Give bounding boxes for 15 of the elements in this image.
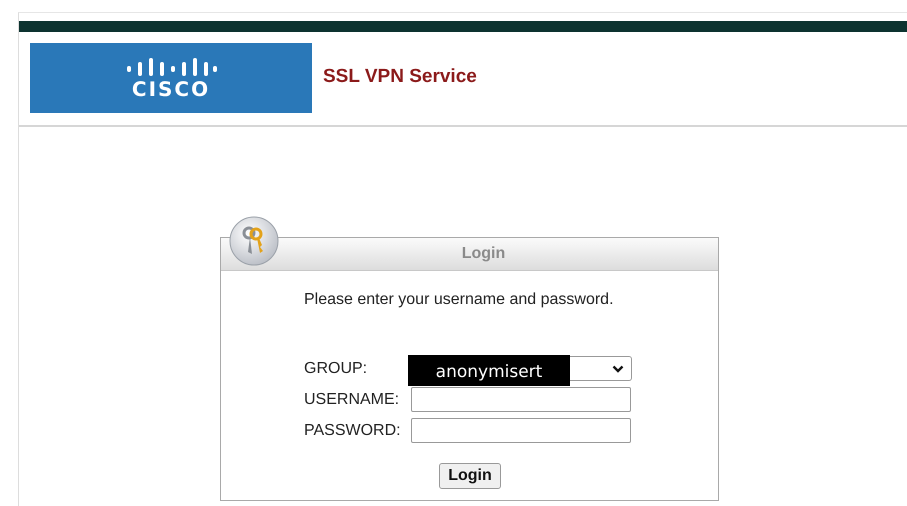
field-label: USERNAME: <box>304 390 400 408</box>
logo-text: CISCO <box>132 78 210 98</box>
login-button[interactable]: Login <box>439 463 501 489</box>
redaction-label: anonymisert <box>408 355 570 386</box>
page-title: SSL VPN Service <box>323 66 477 88</box>
panel-title: Login <box>462 245 506 263</box>
bars-icon <box>125 58 217 76</box>
username-field[interactable] <box>411 387 631 412</box>
field-label: GROUP: <box>304 360 368 378</box>
field-label: PASSWORD: <box>304 422 402 440</box>
password-field[interactable] <box>411 418 631 443</box>
keys-icon <box>229 216 279 266</box>
chevron-icon <box>612 364 624 372</box>
group-select[interactable] <box>570 356 632 381</box>
instruction-text: Please enter your username and password. <box>304 291 615 309</box>
